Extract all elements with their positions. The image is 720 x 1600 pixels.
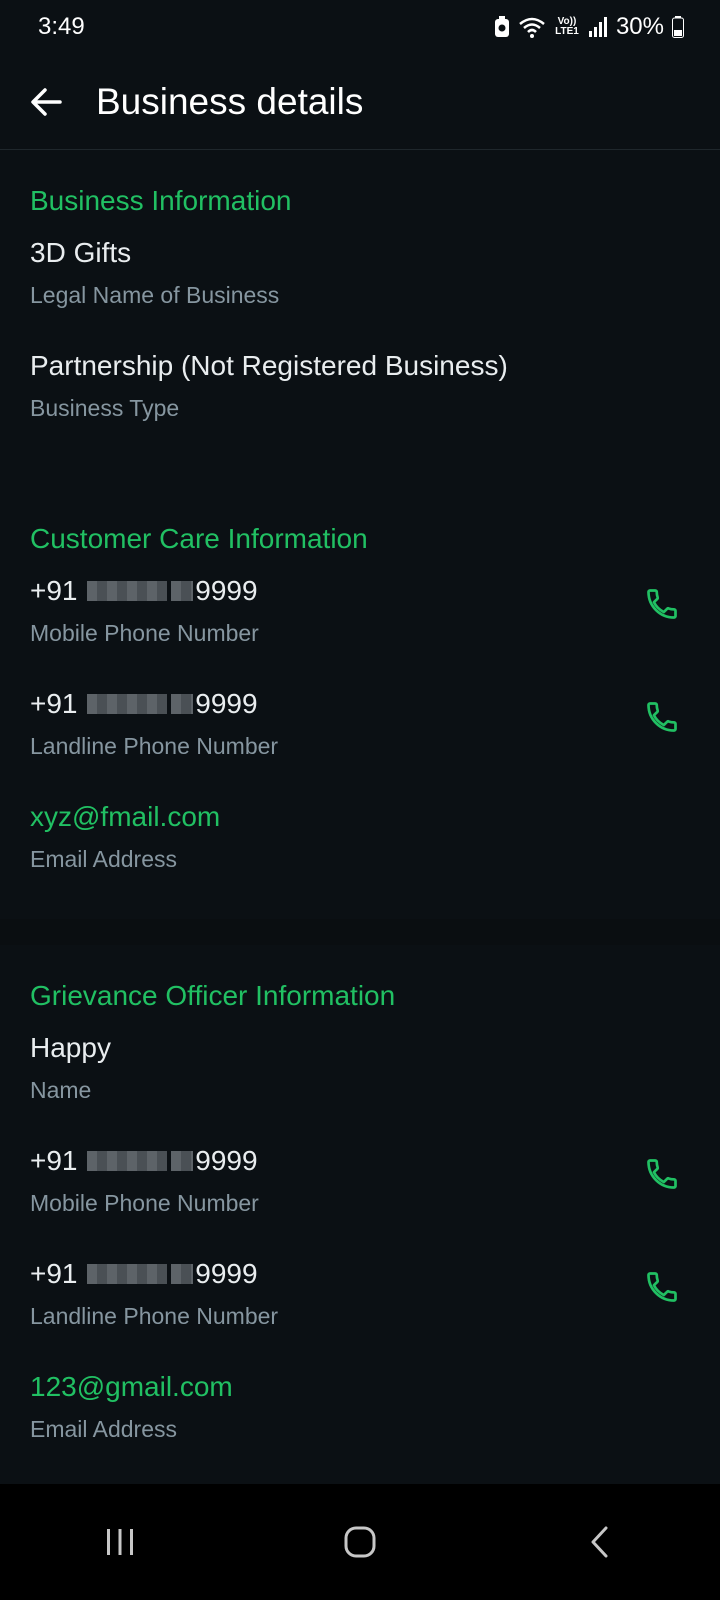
home-icon: [344, 1526, 376, 1558]
grievance-landline-label: Landline Phone Number: [30, 1303, 279, 1329]
call-grievance-mobile-button[interactable]: [638, 1150, 686, 1198]
status-time: 3:49: [38, 13, 85, 40]
phone-icon: [647, 1272, 677, 1302]
grievance-mobile-value: +91 9999: [30, 1140, 690, 1178]
phone-icon: [647, 589, 677, 619]
customer-care-section: Customer Care Information +91 9999 Mobil…: [0, 488, 720, 919]
redacted-digits: [171, 580, 194, 601]
legal-name-label: Legal Name of Business: [30, 282, 280, 308]
signal-icon: [588, 17, 607, 37]
battery-saver-icon: [494, 16, 509, 37]
call-customer-landline-button[interactable]: [638, 693, 686, 741]
phone-suffix: 9999: [195, 1258, 258, 1289]
app-bar: Business details: [0, 54, 720, 150]
section-title: Grievance Officer Information: [30, 980, 396, 1011]
redacted-digits: [171, 693, 194, 714]
details-content: Business Information 3D Gifts Legal Name…: [0, 150, 720, 1479]
redacted-digits: [171, 1263, 194, 1284]
business-type-label: Business Type: [30, 395, 180, 421]
call-customer-mobile-button[interactable]: [638, 580, 686, 628]
system-navigation-bar: [0, 1484, 720, 1600]
customer-mobile-item: +91 9999 Mobile Phone Number: [30, 570, 690, 683]
redacted-digits: [87, 693, 168, 714]
back-button[interactable]: [22, 78, 70, 126]
redacted-digits: [87, 1150, 168, 1171]
arrow-left-icon: [31, 87, 62, 116]
grievance-mobile-label: Mobile Phone Number: [30, 1190, 259, 1216]
redacted-digits: [87, 1263, 168, 1284]
grievance-name-label: Name: [30, 1077, 92, 1103]
wifi-icon: [519, 17, 545, 38]
grievance-email-link[interactable]: 123@gmail.com: [30, 1366, 690, 1404]
page-title: Business details: [96, 80, 364, 122]
battery-percent: 30%: [615, 13, 664, 40]
home-button[interactable]: [320, 1502, 400, 1582]
section-title: Business Information: [30, 185, 292, 216]
phone-prefix: +91: [30, 575, 78, 606]
grievance-landline-value: +91 9999: [30, 1253, 690, 1291]
volte-indicator: Vo)) LTE1: [555, 16, 579, 37]
phone-icon: [647, 702, 677, 732]
grievance-mobile-item: +91 9999 Mobile Phone Number: [30, 1140, 690, 1253]
customer-email-label: Email Address: [30, 846, 178, 872]
customer-email-link[interactable]: xyz@fmail.com: [30, 796, 690, 834]
phone-suffix: 9999: [195, 688, 258, 719]
phone-prefix: +91: [30, 688, 78, 719]
business-type-item: Partnership (Not Registered Business) Bu…: [30, 345, 690, 458]
battery-icon: [672, 16, 684, 38]
customer-mobile-value: +91 9999: [30, 570, 690, 608]
customer-landline-item: +91 9999 Landline Phone Number: [30, 683, 690, 796]
legal-name-value: 3D Gifts: [30, 237, 132, 268]
status-bar: 3:49 Vo)) LTE1 30%: [0, 0, 720, 54]
phone-prefix: +91: [30, 1145, 78, 1176]
business-information-section: Business Information 3D Gifts Legal Name…: [0, 150, 720, 468]
section-divider: [0, 919, 720, 945]
customer-mobile-label: Mobile Phone Number: [30, 620, 259, 646]
phone-suffix: 9999: [195, 575, 258, 606]
phone-icon: [647, 1159, 677, 1189]
customer-landline-value: +91 9999: [30, 683, 690, 721]
customer-landline-label: Landline Phone Number: [30, 733, 279, 759]
chevron-left-icon: [591, 1526, 608, 1558]
redacted-digits: [87, 580, 168, 601]
legal-name-item: 3D Gifts Legal Name of Business: [30, 232, 690, 345]
grievance-landline-item: +91 9999 Landline Phone Number: [30, 1253, 690, 1366]
grievance-name-value: Happy: [30, 1032, 111, 1063]
redacted-digits: [171, 1150, 194, 1171]
customer-email-item[interactable]: xyz@fmail.com Email Address: [30, 796, 690, 909]
phone-suffix: 9999: [195, 1145, 258, 1176]
grievance-officer-section: Grievance Officer Information Happy Name…: [0, 945, 720, 1479]
business-type-value: Partnership (Not Registered Business): [30, 350, 508, 381]
status-icons: Vo)) LTE1 30%: [494, 13, 684, 41]
grievance-email-item[interactable]: 123@gmail.com Email Address: [30, 1366, 690, 1479]
call-grievance-landline-button[interactable]: [638, 1263, 686, 1311]
recent-apps-icon: [107, 1529, 133, 1555]
recent-apps-button[interactable]: [80, 1502, 160, 1582]
system-back-button[interactable]: [560, 1502, 640, 1582]
grievance-email-label: Email Address: [30, 1416, 178, 1442]
grievance-name-item: Happy Name: [30, 1027, 690, 1140]
phone-prefix: +91: [30, 1258, 78, 1289]
section-title: Customer Care Information: [30, 523, 368, 554]
